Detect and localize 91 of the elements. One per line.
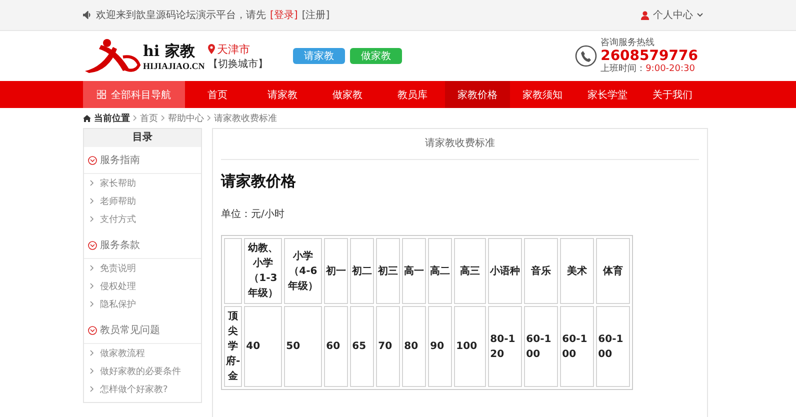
- chevron-icon: [90, 198, 94, 204]
- hours-value: 9:00-20:30: [646, 64, 695, 74]
- chevron-icon: [90, 368, 94, 374]
- breadcrumb-label: 当前位置: [94, 112, 130, 124]
- nav-tab[interactable]: 请家教: [250, 81, 315, 108]
- chevron-icon: [133, 115, 137, 121]
- table-header: 高一: [402, 238, 426, 304]
- table-cell: 60: [324, 306, 348, 387]
- hours-label: 上班时间：: [600, 64, 646, 74]
- table-cell: 80: [402, 306, 426, 387]
- table-header: 高三: [454, 238, 486, 304]
- unit-text: 单位：元/小时: [221, 208, 286, 221]
- nav-tab[interactable]: 家教价格: [445, 81, 510, 108]
- table-header: 美术: [560, 238, 594, 304]
- table-cell: 60-100: [560, 306, 594, 387]
- page-title: 请家教收费标准: [221, 129, 699, 160]
- table-cell: 60-100: [596, 306, 630, 387]
- header-button[interactable]: 请家教: [293, 48, 345, 64]
- all-subjects-menu[interactable]: 全部科目导航: [83, 81, 185, 108]
- table-header: 初二: [350, 238, 374, 304]
- logo-title: hi 家教: [143, 42, 196, 60]
- table-header: 音乐: [524, 238, 558, 304]
- table-header: 小语种: [488, 238, 522, 304]
- chevron-circle-icon: [88, 326, 97, 334]
- table-cell: 50: [284, 306, 322, 387]
- phone-icon: [574, 45, 597, 67]
- chevron-icon: [90, 386, 94, 392]
- table-cell: 40: [244, 306, 282, 387]
- table-cell: 80-120: [488, 306, 522, 387]
- sidebar-link[interactable]: 隐私保护: [84, 295, 201, 313]
- chevron-circle-icon: [88, 240, 97, 250]
- nav-tab[interactable]: 家教须知: [510, 81, 575, 108]
- breadcrumb-link[interactable]: 请家教收费标准: [214, 112, 277, 124]
- sidebar-link[interactable]: 做家教流程: [84, 344, 201, 362]
- chevron-icon: [161, 115, 165, 121]
- user-icon: [641, 10, 649, 20]
- sidebar-section[interactable]: 服务指南: [100, 153, 140, 167]
- chevron-icon: [90, 265, 94, 271]
- sidebar-link[interactable]: 怎样做个好家教?: [84, 380, 201, 398]
- chevron-icon: [207, 115, 211, 121]
- location-pin-icon: [208, 44, 215, 54]
- table-header: 幼教、小学（1-3年级）: [244, 238, 282, 304]
- sidebar-title: 目录: [84, 129, 201, 147]
- register-link[interactable]: [注册]: [302, 8, 330, 22]
- sidebar-link[interactable]: 家长帮助: [84, 174, 201, 192]
- table-cell: 100: [454, 306, 486, 387]
- table-header: 体育: [596, 238, 630, 304]
- sidebar-link[interactable]: 免责说明: [84, 259, 201, 277]
- welcome-text: 欢迎来到歆皇源码论坛演示平台，请先: [96, 8, 266, 22]
- table-cell: 70: [376, 306, 400, 387]
- row-header: 顶尖学府-金: [224, 306, 242, 387]
- table-cell: 90: [428, 306, 452, 387]
- sidebar-link[interactable]: 支付方式: [84, 210, 201, 228]
- switch-city-link[interactable]: 【切换城市】: [208, 56, 293, 70]
- nav-tab[interactable]: 家长学堂: [575, 81, 640, 108]
- nav-tab[interactable]: 做家教: [315, 81, 380, 108]
- table-header: 初一: [324, 238, 348, 304]
- grid-icon: [97, 90, 106, 99]
- table-header: 高二: [428, 238, 452, 304]
- price-heading: 请家教价格: [221, 172, 297, 191]
- sidebar-section[interactable]: 服务条款: [100, 238, 140, 252]
- chevron-icon: [90, 350, 94, 356]
- caret-icon: [697, 13, 703, 17]
- sidebar-link[interactable]: 侵权处理: [84, 277, 201, 295]
- sidebar-link[interactable]: 做好家教的必要条件: [84, 362, 201, 380]
- sidebar-link[interactable]: 老师帮助: [84, 192, 201, 210]
- table-cell: 65: [350, 306, 374, 387]
- logo-icon: [83, 37, 141, 75]
- nav-tab[interactable]: 教员库: [380, 81, 445, 108]
- nav-tab[interactable]: 关于我们: [640, 81, 705, 108]
- chevron-icon: [90, 283, 94, 289]
- speaker-icon: [83, 11, 92, 19]
- header-button[interactable]: 做家教: [350, 48, 402, 64]
- logo-domain: HIJIAJIAO.CN: [143, 60, 205, 70]
- login-link[interactable]: [登录]: [270, 8, 298, 22]
- chevron-icon: [90, 180, 94, 186]
- table-header: 小学（4-6年级）: [284, 238, 322, 304]
- nav-tab[interactable]: 首页: [185, 81, 250, 108]
- table-header: 初三: [376, 238, 400, 304]
- chevron-circle-icon: [88, 156, 97, 164]
- city-name: 天津市: [217, 42, 250, 56]
- chevron-icon: [90, 301, 94, 307]
- table-cell: 60-100: [524, 306, 558, 387]
- hotline-label: 咨询服务热线: [600, 38, 656, 48]
- breadcrumb-link[interactable]: 首页: [140, 112, 158, 124]
- chevron-icon: [90, 216, 94, 222]
- user-center-menu[interactable]: 个人中心: [653, 8, 693, 22]
- hotline-number: 2608579776: [600, 48, 698, 64]
- breadcrumb-link[interactable]: 帮助中心: [168, 112, 204, 124]
- sidebar-section[interactable]: 教员常见问题: [100, 323, 160, 337]
- home-icon: [83, 114, 91, 122]
